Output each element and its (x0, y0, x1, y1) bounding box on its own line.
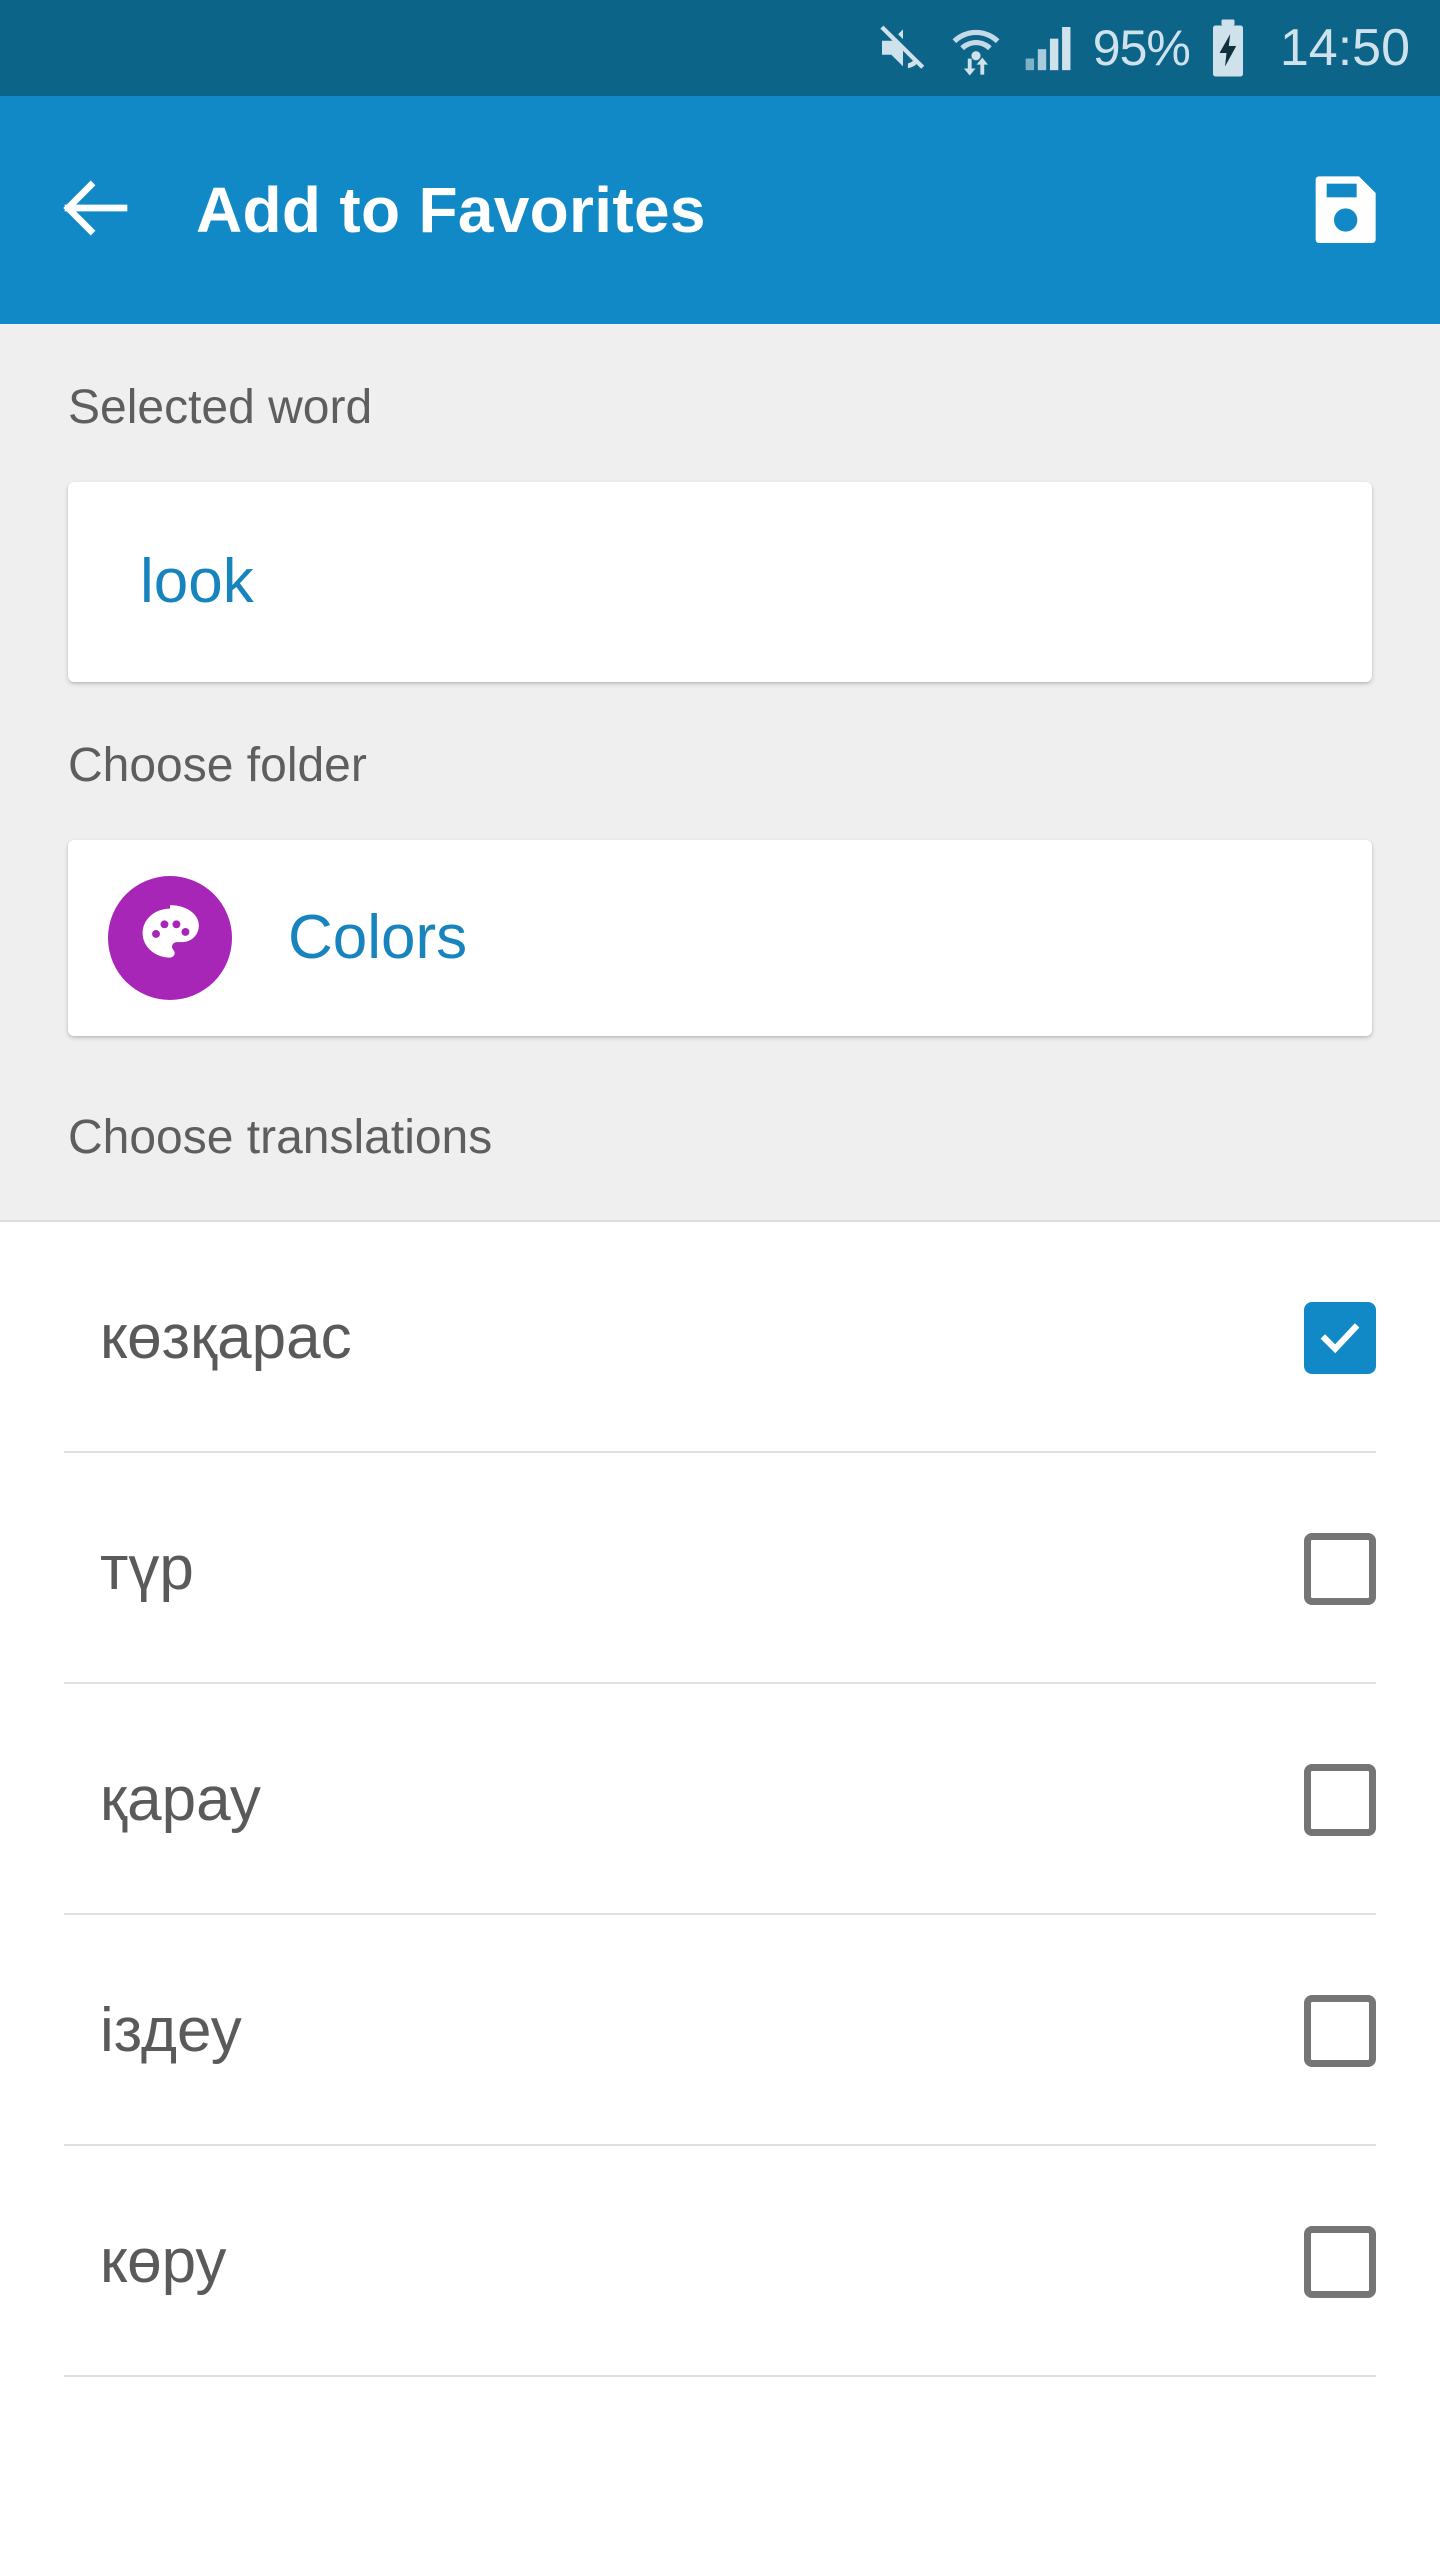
page-title: Add to Favorites (196, 174, 706, 246)
translation-text: көзқарас (100, 1302, 352, 1372)
list-item[interactable]: іздеу (0, 1915, 1440, 2146)
back-button[interactable] (48, 162, 144, 258)
app-screen: 95% 14:50 Add to Favorites Selected word… (0, 0, 1440, 2560)
selected-word-field[interactable]: look (68, 482, 1372, 682)
palette-icon (135, 901, 205, 976)
translation-checkbox[interactable] (1304, 1532, 1376, 1605)
selected-word-value: look (140, 547, 254, 616)
choose-translations-label: Choose translations (68, 1111, 493, 1164)
folder-avatar (108, 876, 232, 1000)
translation-text: түр (100, 1533, 194, 1603)
translation-checkbox[interactable] (1304, 1763, 1376, 1836)
translation-text: іздеу (100, 1995, 242, 2065)
status-clock: 14:50 (1279, 19, 1410, 77)
list-item[interactable]: көзқарас (0, 1222, 1440, 1453)
wifi-icon (947, 19, 1005, 77)
translations-list: көзқарас түр қарау іздеу көру (0, 1222, 1440, 2560)
signal-icon (1021, 20, 1077, 76)
status-bar-icons: 95% 14:50 (875, 18, 1410, 78)
app-bar: Add to Favorites (0, 96, 1440, 324)
translation-text: қарау (100, 1764, 261, 1834)
mute-icon (875, 20, 931, 76)
translation-checkbox[interactable] (1304, 1301, 1376, 1374)
battery-charging-icon (1206, 18, 1250, 78)
save-button[interactable] (1296, 162, 1392, 258)
translation-checkbox[interactable] (1304, 2225, 1376, 2298)
choose-folder-label: Choose folder (68, 739, 367, 792)
translation-checkbox[interactable] (1304, 1994, 1376, 2067)
status-bar: 95% 14:50 (0, 0, 1440, 96)
battery-percent-label: 95% (1092, 20, 1191, 76)
translation-text: көру (100, 2226, 227, 2296)
list-item[interactable]: көру (0, 2146, 1440, 2377)
form-section: Selected word look Choose folder Colors (0, 324, 1440, 1222)
folder-selector[interactable]: Colors (68, 840, 1372, 1036)
selected-word-label: Selected word (68, 381, 373, 434)
save-icon (1304, 168, 1384, 253)
arrow-left-icon (54, 166, 138, 255)
folder-name: Colors (288, 903, 468, 972)
list-item[interactable]: түр (0, 1453, 1440, 1684)
list-item[interactable]: қарау (0, 1684, 1440, 1915)
